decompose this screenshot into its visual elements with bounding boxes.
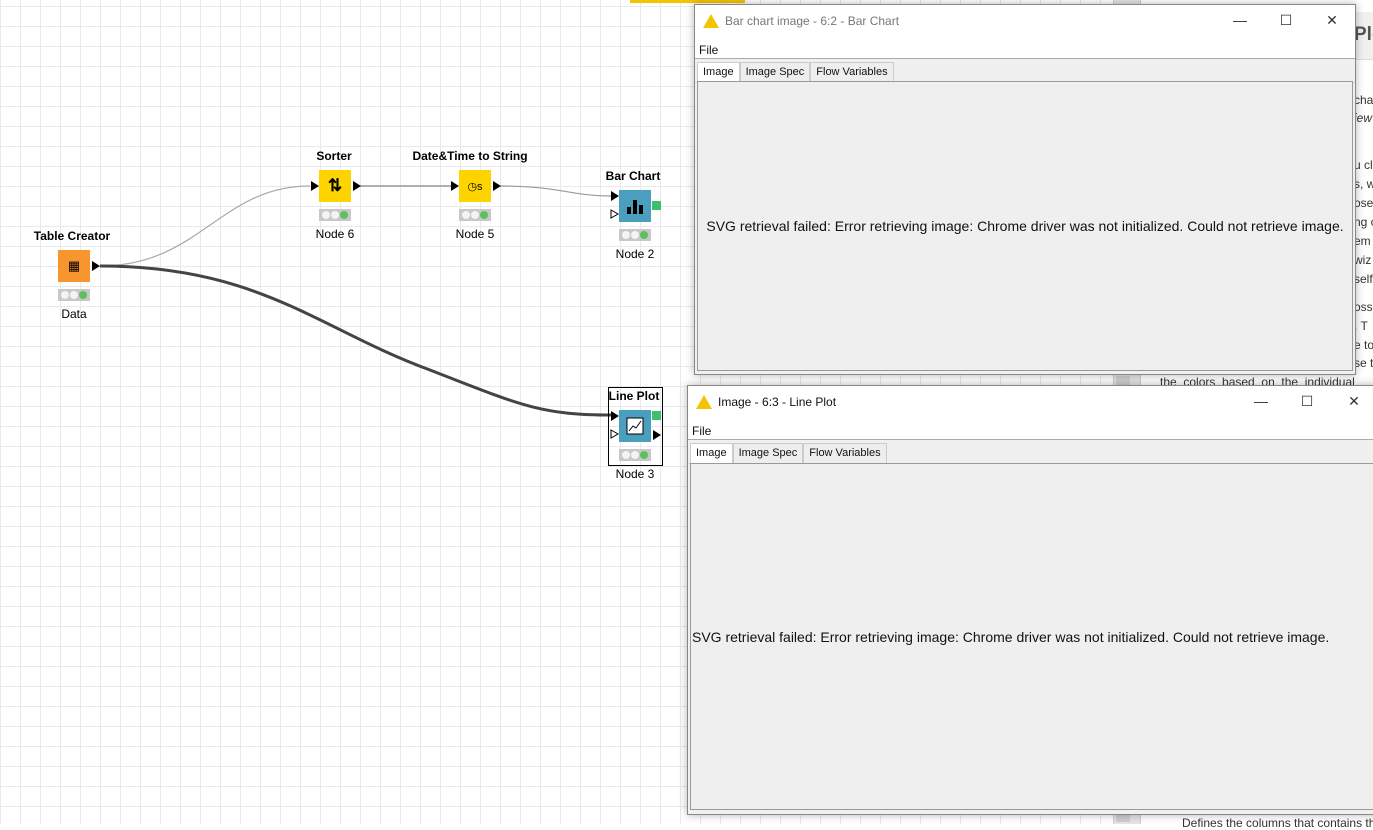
window-title: Bar chart image - 6:2 - Bar Chart: [725, 14, 900, 28]
tab-flow-variables[interactable]: Flow Variables: [810, 62, 894, 82]
tab-bar: Image Image Spec Flow Variables: [695, 59, 1355, 83]
output-port-icon[interactable]: [492, 181, 502, 191]
description-fragment: s, w: [1354, 177, 1373, 191]
description-fragment: ng c: [1354, 215, 1373, 229]
description-fragment: e to: [1354, 338, 1373, 352]
output-port-icon[interactable]: [652, 430, 662, 440]
node-sorter[interactable]: ⇅: [319, 170, 351, 202]
tab-image[interactable]: Image: [697, 62, 740, 82]
window-title: Image - 6:3 - Line Plot: [718, 395, 837, 409]
table-plus-icon: ▦: [67, 258, 81, 273]
description-title: Plo: [1354, 24, 1373, 45]
description-fragment: oss: [1354, 300, 1373, 314]
tab-image-spec[interactable]: Image Spec: [732, 443, 804, 463]
menu-file[interactable]: File: [695, 37, 1355, 59]
error-message: SVG retrieval failed: Error retrieving i…: [706, 218, 1344, 234]
tab-image[interactable]: Image: [690, 443, 733, 463]
node-table-creator[interactable]: ▦: [58, 250, 90, 282]
window-title-bar[interactable]: Image - 6:3 - Line Plot — ☐ ✕: [688, 386, 1373, 418]
tab-bar: Image Image Spec Flow Variables: [688, 440, 1373, 464]
description-fragment: iew: [1354, 111, 1373, 125]
node-status-lights: [619, 449, 651, 461]
close-button[interactable]: ✕: [1309, 5, 1355, 35]
sort-arrows-icon: ⇅: [327, 176, 343, 195]
node-label-node-6[interactable]: Node 6: [316, 227, 355, 241]
node-status-lights: [58, 289, 90, 301]
node-label-node-2[interactable]: Node 2: [616, 247, 655, 261]
image-port-icon[interactable]: [652, 201, 661, 210]
description-fragment: self: [1354, 272, 1373, 286]
description-fragment: wiz: [1354, 253, 1372, 267]
image-content-area: SVG retrieval failed: Error retrieving i…: [697, 81, 1353, 371]
maximize-button[interactable]: ☐: [1263, 5, 1309, 35]
clock-string-icon: ◷s: [467, 180, 483, 193]
description-fragment: em: [1354, 234, 1371, 248]
node-title-table-creator: Table Creator: [33, 229, 111, 243]
minimize-button[interactable]: —: [1238, 386, 1284, 416]
node-label-data[interactable]: Data: [61, 307, 86, 321]
node-label-node-3[interactable]: Node 3: [616, 467, 655, 481]
tab-flow-variables[interactable]: Flow Variables: [803, 443, 887, 463]
node-title-sorter: Sorter: [316, 149, 352, 163]
bar-chart-image-window[interactable]: Bar chart image - 6:2 - Bar Chart — ☐ ✕ …: [694, 4, 1356, 375]
line-chart-icon: [626, 417, 644, 435]
node-title-datetime-to-string: Date&Time to String: [412, 149, 528, 163]
connection-data-sorter[interactable]: [99, 185, 311, 267]
description-fragment: cha: [1354, 93, 1373, 107]
error-message: SVG retrieval failed: Error retrieving i…: [692, 628, 1330, 645]
node-bar-chart[interactable]: [619, 190, 651, 222]
knime-warning-icon: [703, 14, 719, 28]
node-line-plot[interactable]: [619, 410, 651, 442]
minimize-button[interactable]: —: [1217, 5, 1263, 35]
description-fragment: se t: [1354, 356, 1373, 370]
node-status-lights: [619, 229, 651, 241]
line-plot-image-window[interactable]: Image - 6:3 - Line Plot — ☐ ✕ File Image…: [687, 385, 1373, 815]
connection-datetime-barchart[interactable]: [499, 185, 612, 197]
window-title-bar[interactable]: Bar chart image - 6:2 - Bar Chart — ☐ ✕: [695, 5, 1355, 37]
output-port-icon[interactable]: [91, 261, 101, 271]
connection-data-lineplot[interactable]: [99, 264, 612, 417]
node-datetime-to-string[interactable]: ◷s: [459, 170, 491, 202]
image-content-area: SVG retrieval failed: Error retrieving i…: [690, 463, 1373, 810]
description-fragment: ose: [1354, 196, 1373, 210]
tab-image-spec[interactable]: Image Spec: [739, 62, 811, 82]
knime-warning-icon: [696, 395, 712, 409]
bar-chart-icon: [627, 200, 643, 214]
node-status-lights: [319, 209, 351, 221]
menu-file[interactable]: File: [688, 418, 1373, 440]
description-fragment: . T: [1354, 319, 1368, 333]
description-text: Defines the columns that contains th: [1182, 816, 1373, 830]
node-label-node-5[interactable]: Node 5: [456, 227, 495, 241]
image-port-icon[interactable]: [652, 411, 661, 420]
maximize-button[interactable]: ☐: [1284, 386, 1330, 416]
close-button[interactable]: ✕: [1331, 386, 1373, 416]
output-port-icon[interactable]: [352, 181, 362, 191]
node-status-lights: [459, 209, 491, 221]
node-title-line-plot: Line Plot: [608, 389, 660, 403]
description-fragment: u cl: [1354, 158, 1373, 172]
node-title-bar-chart: Bar Chart: [605, 169, 661, 183]
